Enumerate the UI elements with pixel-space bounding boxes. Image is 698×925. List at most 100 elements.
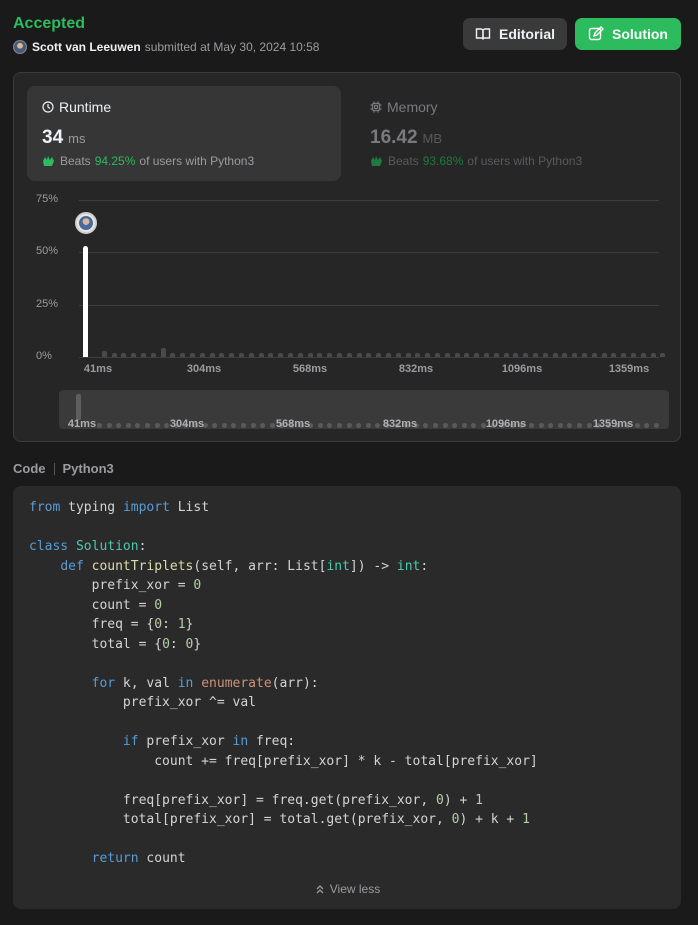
- bar[interactable]: [454, 352, 460, 357]
- bar[interactable]: [190, 352, 195, 357]
- bar[interactable]: [405, 352, 411, 357]
- bar[interactable]: [601, 352, 607, 357]
- bar[interactable]: [209, 352, 215, 357]
- bar[interactable]: [180, 352, 186, 357]
- runtime-beats-suffix: of users with Python3: [139, 154, 255, 168]
- username-link[interactable]: Scott van Leeuwen: [32, 40, 141, 54]
- brush-bar: [317, 423, 323, 428]
- bar[interactable]: [121, 352, 127, 357]
- bar[interactable]: [297, 352, 303, 357]
- runtime-beats-prefix: Beats: [60, 154, 91, 168]
- bar[interactable]: [415, 352, 421, 357]
- bar[interactable]: [229, 352, 235, 357]
- view-less-button[interactable]: View less: [13, 882, 681, 896]
- runtime-unit: ms: [68, 131, 86, 146]
- bar[interactable]: [552, 352, 558, 357]
- bar[interactable]: [513, 352, 519, 357]
- bar[interactable]: [101, 350, 107, 357]
- bar[interactable]: [150, 352, 156, 357]
- bar[interactable]: [435, 352, 440, 357]
- bar[interactable]: [239, 352, 244, 357]
- bar[interactable]: [425, 352, 431, 357]
- bar[interactable]: [356, 352, 362, 357]
- brush-bar: [538, 423, 544, 428]
- bar[interactable]: [278, 352, 284, 357]
- bar[interactable]: [631, 352, 636, 357]
- clock-icon: [42, 101, 54, 113]
- bar[interactable]: [219, 352, 225, 357]
- bar[interactable]: [640, 352, 646, 357]
- brush-handle[interactable]: [76, 394, 81, 420]
- brush-bar: [471, 423, 477, 428]
- bar[interactable]: [131, 352, 137, 357]
- solution-button[interactable]: Solution: [575, 18, 681, 50]
- brush-bar: [644, 423, 650, 428]
- brush-bar: [135, 423, 141, 428]
- bar[interactable]: [317, 352, 323, 357]
- bar[interactable]: [474, 352, 480, 357]
- avatar[interactable]: [13, 40, 27, 54]
- bar[interactable]: [582, 352, 587, 357]
- bar[interactable]: [464, 352, 470, 357]
- bar[interactable]: [160, 347, 166, 357]
- bar[interactable]: [376, 352, 382, 357]
- bar[interactable]: [268, 352, 274, 357]
- user-position-marker[interactable]: [74, 212, 97, 235]
- memory-title: Memory: [370, 99, 654, 115]
- bar[interactable]: [542, 352, 548, 357]
- bar-highlighted[interactable]: [83, 246, 88, 357]
- brush-bar: [375, 423, 381, 428]
- bar[interactable]: [170, 352, 176, 357]
- memory-card[interactable]: Memory 16.42 MB Beats 93.68% of users wi…: [355, 86, 669, 181]
- bar[interactable]: [337, 352, 342, 357]
- bar[interactable]: [395, 352, 401, 357]
- brush-tick-label: 41ms: [67, 418, 97, 430]
- bar[interactable]: [650, 352, 656, 357]
- chart-range-brush[interactable]: 41ms 304ms 568ms 832ms 1096ms 1359ms: [59, 390, 669, 430]
- brush-bar: [106, 423, 112, 428]
- brush-bar: [634, 423, 640, 428]
- brush-bar: [433, 423, 438, 428]
- stats-panel: Runtime 34 ms Beats 94.25% of users with…: [13, 72, 681, 442]
- bar[interactable]: [562, 352, 568, 357]
- runtime-value: 34: [42, 127, 64, 148]
- avatar: [78, 216, 93, 231]
- brush-bar: [212, 423, 218, 428]
- submitted-at-text: submitted at May 30, 2024 10:58: [144, 40, 320, 54]
- view-less-label: View less: [329, 882, 381, 896]
- bar[interactable]: [572, 352, 578, 357]
- runtime-distribution-chart[interactable]: 75% 50% 25% 0% 41ms 304ms 568ms 832ms 1096ms 1359…: [14, 188, 682, 383]
- editorial-button[interactable]: Editorial: [463, 18, 567, 50]
- bar[interactable]: [503, 352, 509, 357]
- code-block[interactable]: from typing import List class Solution: …: [13, 486, 681, 909]
- bar[interactable]: [307, 352, 313, 357]
- bar[interactable]: [248, 352, 254, 357]
- memory-beats: Beats 93.68% of users with Python3: [370, 154, 654, 168]
- brush-bar: [548, 423, 554, 428]
- bar[interactable]: [141, 352, 146, 357]
- bar[interactable]: [533, 352, 538, 357]
- bar[interactable]: [493, 352, 499, 357]
- brush-bar: [116, 423, 122, 428]
- bar[interactable]: [288, 352, 293, 357]
- bar[interactable]: [484, 352, 489, 357]
- bar[interactable]: [523, 352, 529, 357]
- bar[interactable]: [591, 352, 597, 357]
- bar[interactable]: [111, 352, 117, 357]
- book-open-icon: [475, 28, 491, 40]
- runtime-beats: Beats 94.25% of users with Python3: [42, 154, 326, 168]
- brush-tick-label: 304ms: [169, 418, 205, 430]
- bar[interactable]: [611, 352, 617, 357]
- bar[interactable]: [258, 352, 264, 357]
- bar[interactable]: [327, 352, 333, 357]
- x-tick-label: 1096ms: [501, 363, 543, 375]
- bar[interactable]: [366, 352, 372, 357]
- brush-bar: [529, 423, 534, 428]
- bar[interactable]: [346, 352, 352, 357]
- runtime-card[interactable]: Runtime 34 ms Beats 94.25% of users with…: [27, 86, 341, 181]
- bar[interactable]: [444, 352, 450, 357]
- bar[interactable]: [386, 352, 391, 357]
- bar[interactable]: [199, 352, 205, 357]
- bar[interactable]: [621, 352, 627, 357]
- bar[interactable]: [660, 352, 666, 357]
